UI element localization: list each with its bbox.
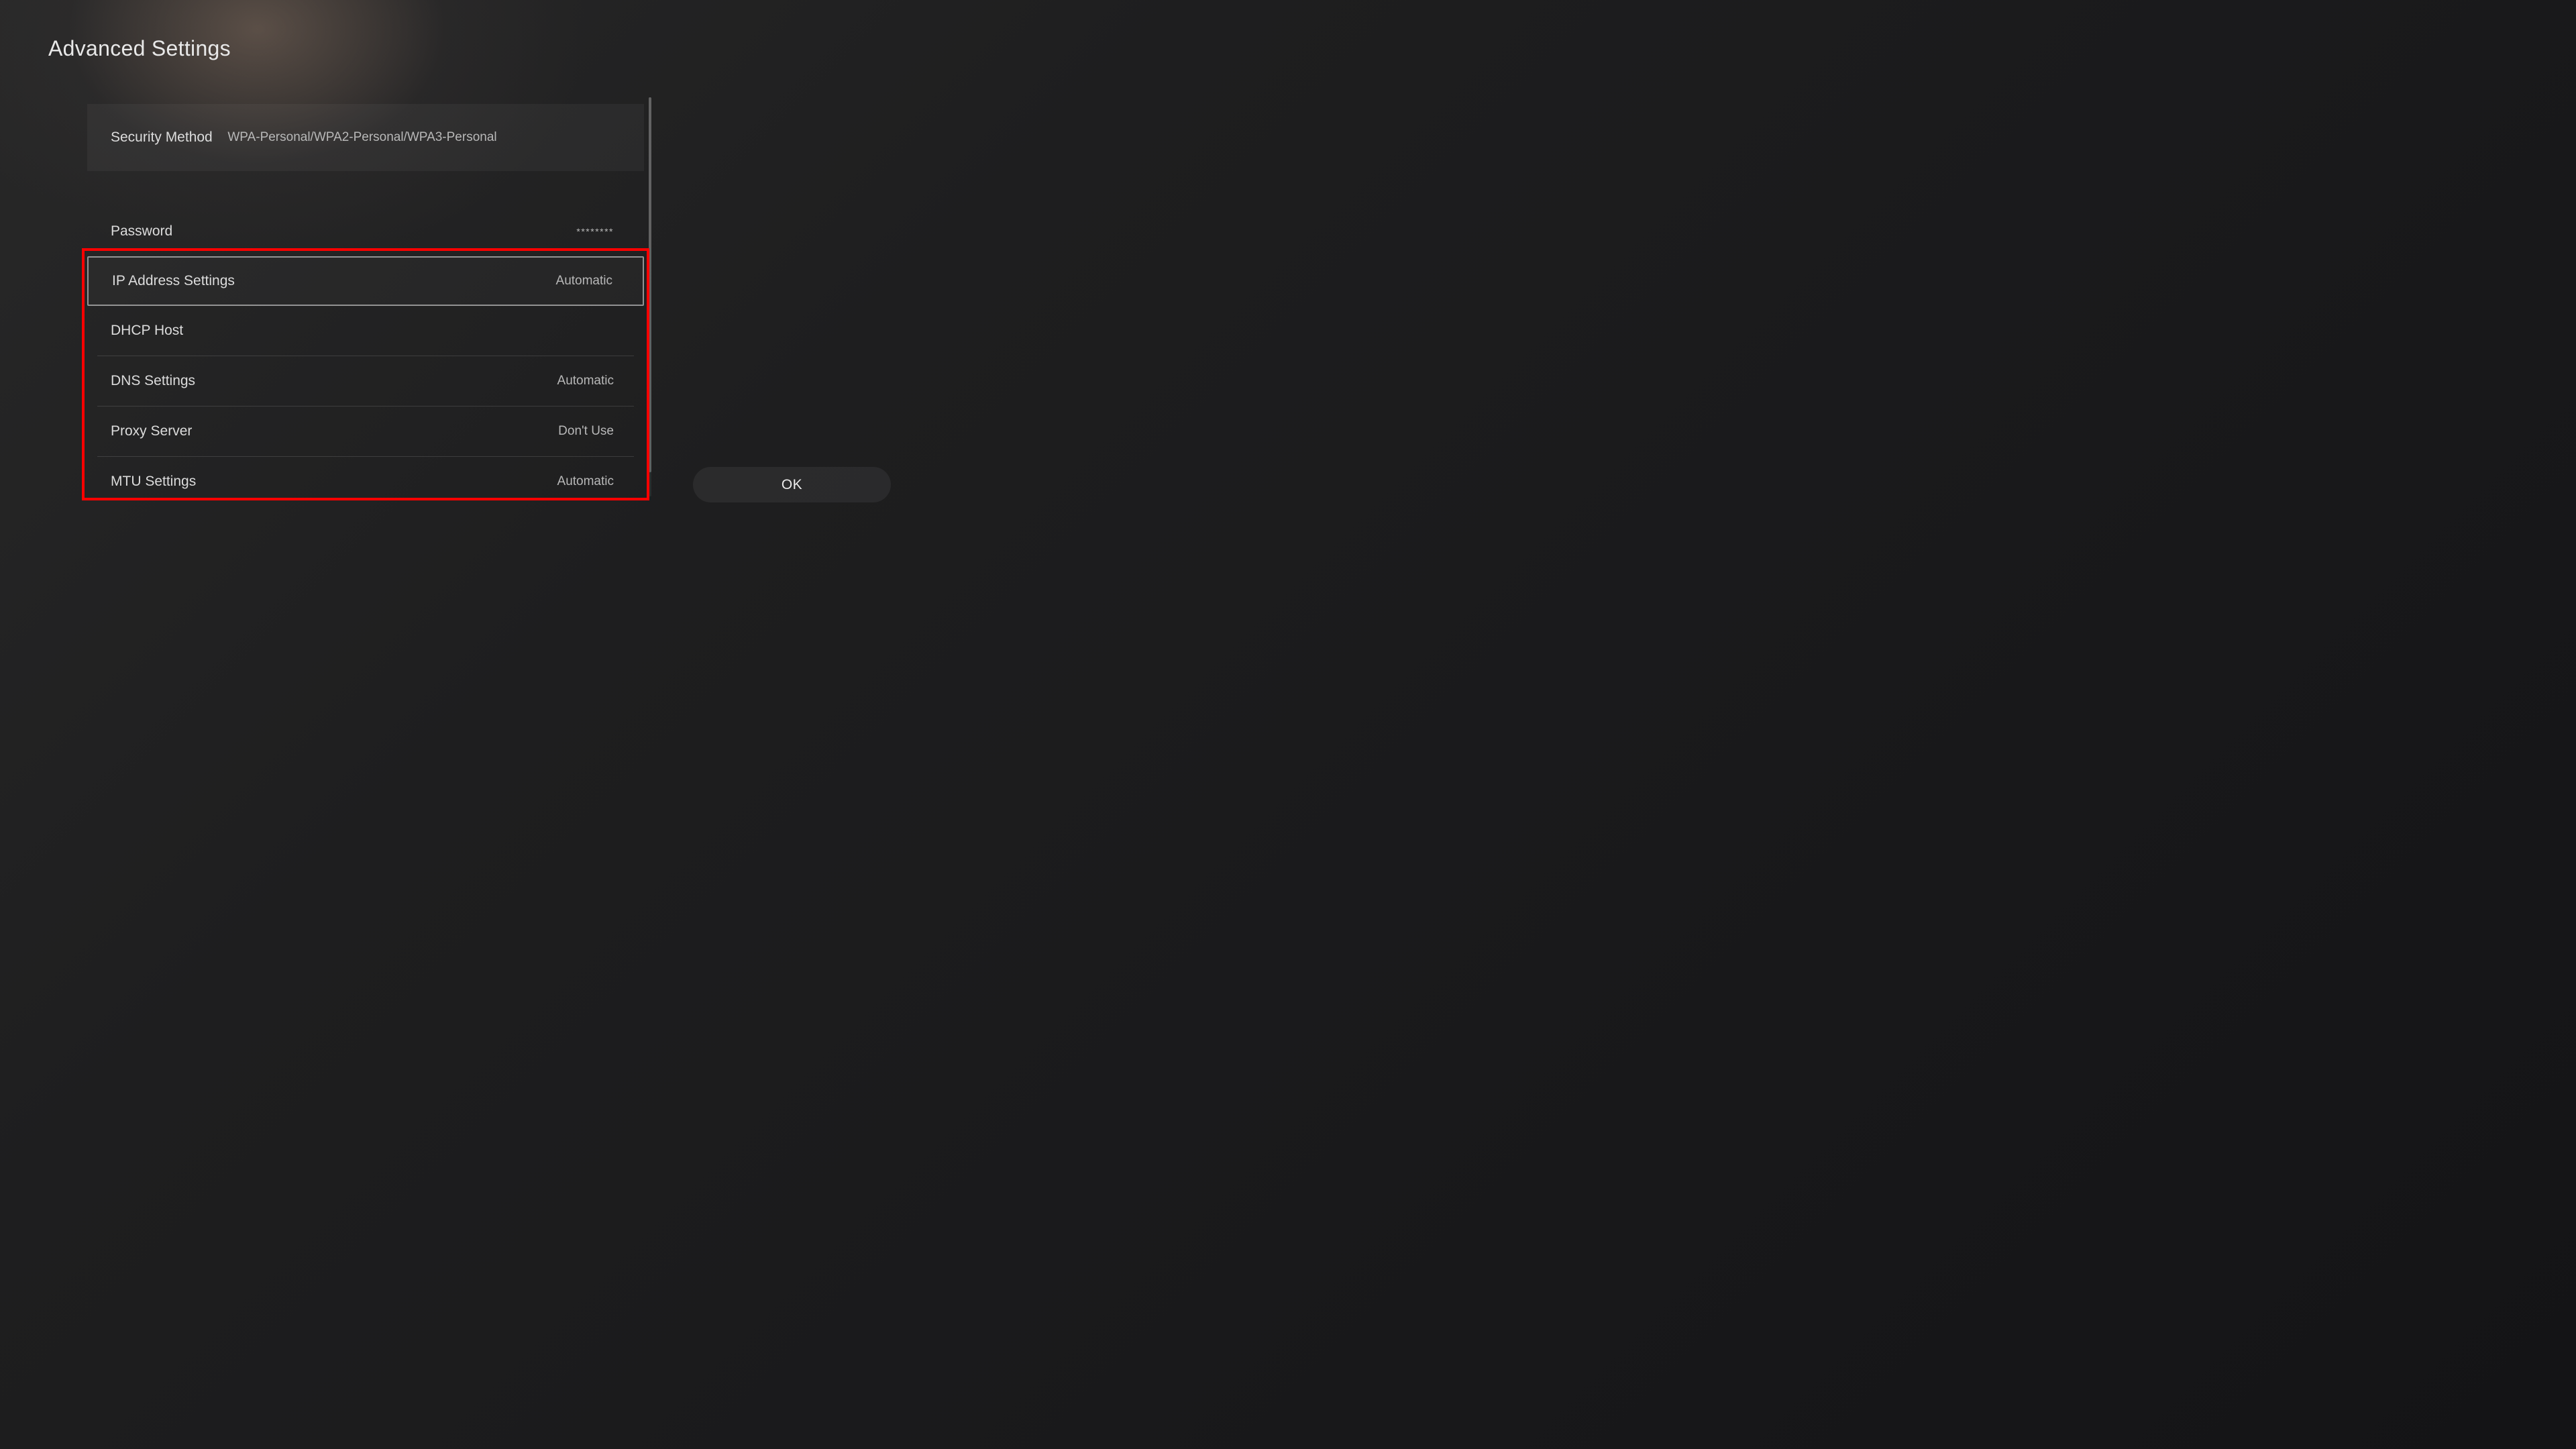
row-value: WPA-Personal/WPA2-Personal/WPA3-Personal (227, 130, 503, 145)
setting-row-password[interactable]: Password ******** (87, 207, 644, 256)
row-value: Automatic (557, 374, 621, 388)
setting-row-dhcp-host[interactable]: DHCP Host (87, 306, 644, 356)
settings-panel: Security Method WPA-Personal/WPA2-Person… (87, 104, 644, 506)
row-label: DHCP Host (111, 323, 183, 339)
page-title: Advanced Settings (48, 36, 231, 61)
row-label: DNS Settings (111, 373, 195, 389)
setting-row-dns-settings[interactable]: DNS Settings Automatic (87, 356, 644, 406)
row-label: Proxy Server (111, 423, 192, 439)
setting-row-security-method[interactable]: Security Method WPA-Personal/WPA2-Person… (87, 104, 644, 171)
setting-row-mtu-settings[interactable]: MTU Settings Automatic (87, 457, 644, 506)
ok-button[interactable]: OK (693, 467, 891, 502)
row-label: Security Method (111, 129, 213, 146)
setting-row-ip-address[interactable]: IP Address Settings Automatic (87, 256, 644, 306)
row-label: MTU Settings (111, 474, 196, 490)
ok-button-label: OK (782, 477, 802, 493)
scrollbar[interactable] (649, 97, 651, 496)
row-value: Automatic (556, 274, 619, 288)
row-value: Don't Use (558, 424, 621, 439)
row-value: Automatic (557, 474, 621, 489)
scrollbar-thumb[interactable] (649, 97, 651, 472)
row-label: IP Address Settings (112, 273, 235, 289)
row-value: ******** (576, 226, 621, 237)
setting-row-proxy-server[interactable]: Proxy Server Don't Use (87, 407, 644, 456)
row-label: Password (111, 223, 172, 239)
